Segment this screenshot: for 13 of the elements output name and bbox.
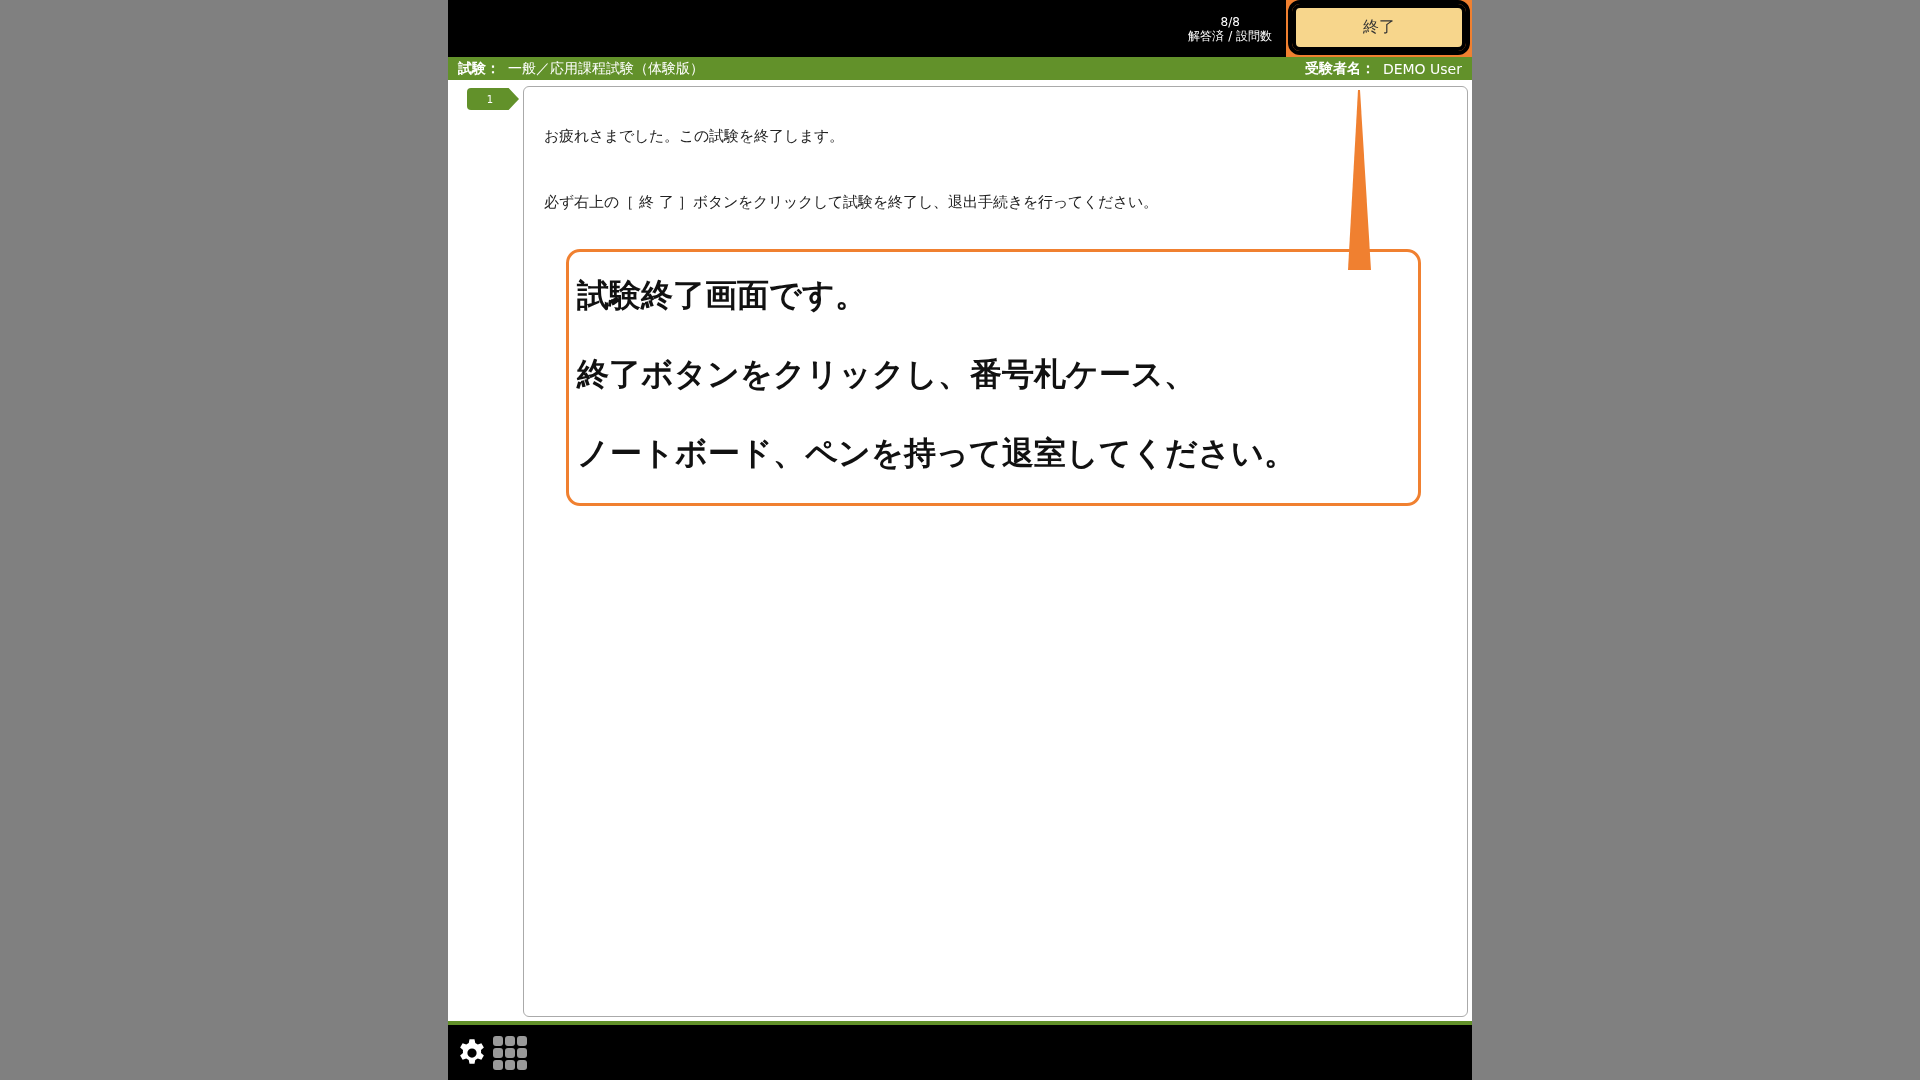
- exam-label: 試験：: [458, 59, 500, 78]
- callout-text: ノートボード、ペンを持って退室してください。: [577, 432, 1297, 474]
- grid-icon[interactable]: [493, 1035, 527, 1070]
- callout-text: 試験終了画面です。: [577, 274, 868, 316]
- examinee-label: 受験者名：: [1304, 59, 1375, 78]
- question-tab[interactable]: 1: [467, 88, 519, 110]
- message-text: 必ず右上の［ 終 了 ］ボタンをクリックして試験を終了し、退出手続きを行ってください。: [544, 193, 1160, 212]
- examinee-name: DEMO User: [1382, 60, 1462, 77]
- exam-name: 一般／応用課程試験（体験版）: [508, 59, 704, 78]
- progress-label: 解答済 / 設問数: [1188, 28, 1272, 43]
- callout-text: 終了ボタンをクリックし、番号札ケース、: [577, 353, 1197, 395]
- progress-count: 8/8: [1220, 14, 1240, 29]
- message-text: お疲れさまでした。この試験を終了します。: [544, 127, 845, 146]
